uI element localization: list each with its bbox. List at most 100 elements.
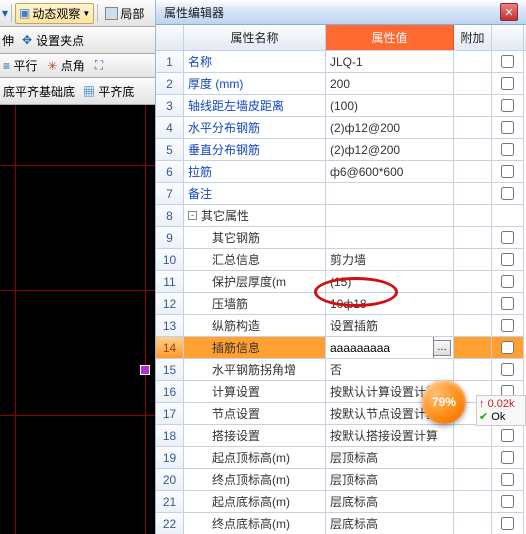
property-value[interactable]: 层顶标高 bbox=[326, 469, 454, 491]
table-row[interactable]: 2厚度 (mm)200 bbox=[156, 73, 526, 95]
fit-icon[interactable]: ⛶ bbox=[95, 58, 103, 73]
table-row[interactable]: 1名称JLQ-1 bbox=[156, 51, 526, 73]
row-checkbox[interactable] bbox=[501, 363, 514, 376]
property-grid[interactable]: 1名称JLQ-12厚度 (mm)2003轴线距左墙皮距离(100)4水平分布钢筋… bbox=[156, 51, 526, 534]
property-value[interactable]: JLQ-1 bbox=[326, 51, 454, 73]
property-value[interactable]: 否 bbox=[326, 359, 454, 381]
row-number: 4 bbox=[156, 117, 184, 139]
table-row[interactable]: 6拉筋ф6@600*600 bbox=[156, 161, 526, 183]
row-number: 13 bbox=[156, 315, 184, 337]
point-angle-btn[interactable]: 点角 bbox=[61, 59, 85, 73]
row-number: 18 bbox=[156, 425, 184, 447]
extra-cell bbox=[454, 249, 492, 271]
row-checkbox[interactable] bbox=[501, 77, 514, 90]
checkbox-cell bbox=[492, 227, 524, 249]
row-checkbox[interactable] bbox=[501, 143, 514, 156]
row-number: 3 bbox=[156, 95, 184, 117]
local-button[interactable]: 局部 bbox=[101, 3, 148, 24]
property-value[interactable]: … bbox=[326, 337, 454, 359]
property-name: 厚度 (mm) bbox=[184, 73, 326, 95]
property-value[interactable]: ф6@600*600 bbox=[326, 161, 454, 183]
row-checkbox[interactable] bbox=[501, 165, 514, 178]
property-value[interactable] bbox=[326, 205, 454, 227]
table-row[interactable]: 8-其它属性 bbox=[156, 205, 526, 227]
property-value[interactable]: (100) bbox=[326, 95, 454, 117]
row-number: 14 bbox=[156, 337, 184, 359]
table-row[interactable]: 10汇总信息剪力墙 bbox=[156, 249, 526, 271]
header-extra[interactable]: 附加 bbox=[454, 25, 492, 50]
property-value[interactable]: 设置插筋 bbox=[326, 315, 454, 337]
table-row[interactable]: 4水平分布钢筋(2)ф12@200 bbox=[156, 117, 526, 139]
row-checkbox[interactable] bbox=[501, 341, 514, 354]
table-row[interactable]: 18搭接设置按默认搭接设置计算 bbox=[156, 425, 526, 447]
row-checkbox[interactable] bbox=[501, 473, 514, 486]
property-value[interactable]: 层底标高 bbox=[326, 513, 454, 534]
table-row[interactable]: 12压墙筋10ф18 bbox=[156, 293, 526, 315]
table-row[interactable]: 14插筋信息 … bbox=[156, 337, 526, 359]
table-row[interactable]: 11保护层厚度(m(15) bbox=[156, 271, 526, 293]
table-row[interactable]: 7备注 bbox=[156, 183, 526, 205]
property-value[interactable]: 按默认搭接设置计算 bbox=[326, 425, 454, 447]
row-checkbox[interactable] bbox=[501, 55, 514, 68]
set-anchor-label[interactable]: 设置夹点 bbox=[36, 32, 84, 49]
property-value[interactable]: 层顶标高 bbox=[326, 447, 454, 469]
table-row[interactable]: 3轴线距左墙皮距离(100) bbox=[156, 95, 526, 117]
row-checkbox[interactable] bbox=[501, 517, 514, 530]
drawing-canvas[interactable] bbox=[0, 105, 155, 534]
table-row[interactable]: 19起点顶标高(m)层顶标高 bbox=[156, 447, 526, 469]
row-checkbox[interactable] bbox=[501, 253, 514, 266]
row-number: 12 bbox=[156, 293, 184, 315]
table-row[interactable]: 20终点顶标高(m)层顶标高 bbox=[156, 469, 526, 491]
row-checkbox[interactable] bbox=[501, 297, 514, 310]
row-number: 6 bbox=[156, 161, 184, 183]
property-value[interactable]: 剪力墙 bbox=[326, 249, 454, 271]
row-checkbox[interactable] bbox=[501, 231, 514, 244]
property-value-input[interactable] bbox=[326, 337, 433, 358]
even-bottom-btn[interactable]: 平齐底 bbox=[98, 85, 134, 99]
extra-cell bbox=[454, 293, 492, 315]
row-checkbox[interactable] bbox=[501, 187, 514, 200]
close-icon[interactable]: ✕ bbox=[500, 3, 518, 21]
collapse-icon[interactable]: - bbox=[188, 211, 197, 220]
selection-handle[interactable] bbox=[140, 365, 150, 375]
table-row[interactable]: 17节点设置按默认节点设置计算 bbox=[156, 403, 526, 425]
parallel-btn[interactable]: 平行 bbox=[13, 59, 37, 73]
panel-titlebar[interactable]: 属性编辑器 ✕ bbox=[156, 0, 526, 25]
extra-cell bbox=[454, 491, 492, 513]
progress-badge[interactable]: 79% bbox=[422, 380, 466, 424]
property-value[interactable]: 层底标高 bbox=[326, 491, 454, 513]
table-row[interactable]: 16计算设置按默认计算设置计算 bbox=[156, 381, 526, 403]
extend-label[interactable]: 伸 bbox=[2, 32, 14, 49]
ellipsis-button[interactable]: … bbox=[433, 340, 451, 356]
row-checkbox[interactable] bbox=[501, 451, 514, 464]
table-row[interactable]: 13纵筋构造设置插筋 bbox=[156, 315, 526, 337]
foundation-btn[interactable]: 底平齐基础底 bbox=[3, 83, 75, 100]
property-name: 插筋信息 bbox=[184, 337, 326, 359]
table-row[interactable]: 22终点底标高(m)层底标高 bbox=[156, 513, 526, 534]
extra-cell bbox=[454, 161, 492, 183]
header-value[interactable]: 属性值 bbox=[326, 25, 454, 50]
row-checkbox[interactable] bbox=[501, 121, 514, 134]
checkbox-cell bbox=[492, 513, 524, 534]
header-name[interactable]: 属性名称 bbox=[184, 25, 326, 50]
property-value[interactable]: (2)ф12@200 bbox=[326, 117, 454, 139]
row-checkbox[interactable] bbox=[501, 495, 514, 508]
property-value[interactable]: 200 bbox=[326, 73, 454, 95]
table-row[interactable]: 5垂直分布钢筋(2)ф12@200 bbox=[156, 139, 526, 161]
row-checkbox[interactable] bbox=[501, 275, 514, 288]
row-checkbox[interactable] bbox=[501, 319, 514, 332]
property-value[interactable]: (15) bbox=[326, 271, 454, 293]
property-name: 纵筋构造 bbox=[184, 315, 326, 337]
dynamic-observe-button[interactable]: ▣ 动态观察 ▼ bbox=[15, 3, 94, 24]
table-row[interactable]: 21起点底标高(m)层底标高 bbox=[156, 491, 526, 513]
extra-cell bbox=[454, 227, 492, 249]
property-value[interactable] bbox=[326, 227, 454, 249]
extra-cell bbox=[454, 95, 492, 117]
table-row[interactable]: 15水平钢筋拐角增否 bbox=[156, 359, 526, 381]
property-value[interactable]: 10ф18 bbox=[326, 293, 454, 315]
table-row[interactable]: 9其它钢筋 bbox=[156, 227, 526, 249]
row-checkbox[interactable] bbox=[501, 429, 514, 442]
property-value[interactable]: (2)ф12@200 bbox=[326, 139, 454, 161]
row-checkbox[interactable] bbox=[501, 99, 514, 112]
property-value[interactable] bbox=[326, 183, 454, 205]
